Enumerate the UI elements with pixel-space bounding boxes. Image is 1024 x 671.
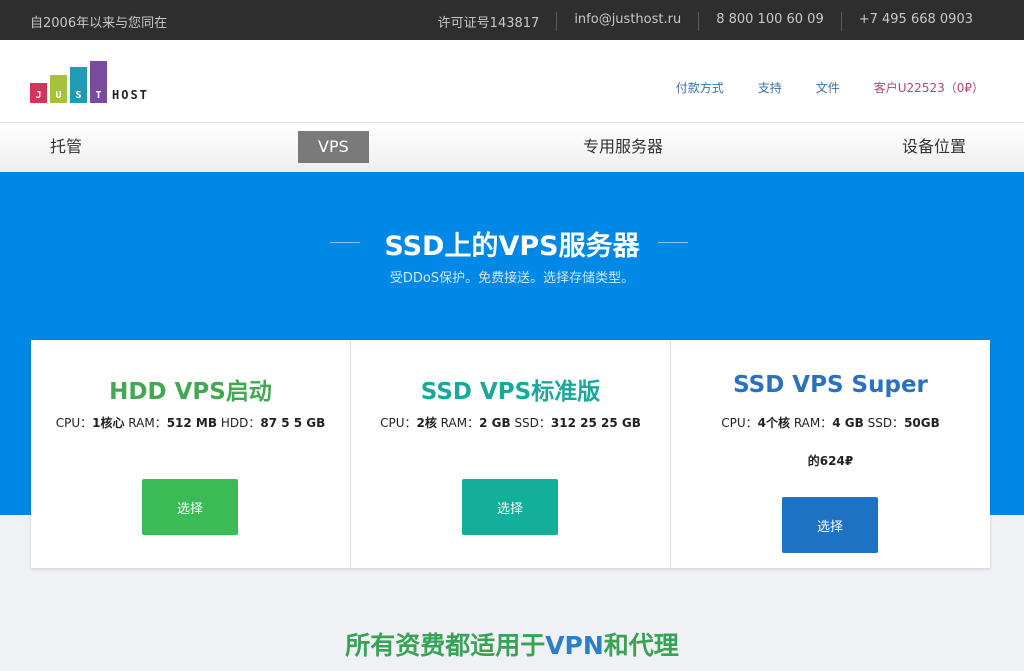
spec-value: 312 25 25 GB [550,416,641,430]
nav-item-dedicated[interactable]: 专用服务器 [583,131,663,163]
spec-value: 4 GB [832,416,864,430]
plan-card-hdd-start: HDD VPS启动 CPU：1核心 RAM：512 MB HDD：87 5 5 … [31,340,351,568]
spec-label: SSD： [863,416,905,430]
support-link[interactable]: 支持 [758,79,782,96]
main-nav: 托管 VPS 专用服务器 设备位置 [0,122,1024,172]
hero-divider-right [658,242,688,243]
plan-title: SSD VPS Super [733,372,928,398]
email-link[interactable]: info@justhost.ru [556,12,698,31]
license-number: 许可证号143817 [437,16,540,31]
plan-card-ssd-super: SSD VPS Super CPU：4个核 RAM：4 GB SSD：50GB … [671,340,990,568]
logo-host-text: HOST [112,88,149,102]
select-button[interactable]: 选择 [462,479,558,535]
hero-title: SSD上的VPS服务器 [384,231,640,262]
since-text: 自2006年以来与您同在 [30,16,168,31]
account-link[interactable]: 客户U22523（0₽） [874,79,984,96]
plan-title: HDD VPS启动 [109,379,272,405]
vpn-heading-pre: 所有资费都适用于 [345,631,546,660]
spec-value: 87 5 5 GB [260,416,326,430]
top-contacts: 许可证号143817 info@justhost.ru 8 800 100 60… [421,12,990,31]
plan-price: 的624₽ [807,454,854,468]
spec-value: 512 MB [166,416,218,430]
spec-label: RAM： [436,416,480,430]
phone-free[interactable]: 8 800 100 60 09 [698,12,841,31]
logo-letter: S [75,90,82,101]
header: J U S T HOST 付款方式 支持 文件 客户U22523（0₽） [0,40,1024,122]
spec-value: 4个核 [757,416,790,430]
logo-letter: J [35,90,42,101]
spec-value: 50GB [904,416,940,430]
vpn-heading: 所有资费都适用于VPN和代理 [0,626,1024,662]
logo-letter: T [95,90,102,101]
spec-value: 2 GB [479,416,511,430]
select-button[interactable]: 选择 [782,497,878,553]
spec-label: CPU： [380,416,417,430]
spec-label: CPU： [721,416,758,430]
plan-title: SSD VPS标准版 [420,379,601,405]
documents-link[interactable]: 文件 [816,79,840,96]
vpn-heading-accent: VPN [545,631,604,660]
nav-item-locations[interactable]: 设备位置 [902,131,966,163]
vpn-heading-post: 和代理 [603,631,679,660]
logo-letter: U [55,90,62,101]
plan-specs: CPU：2核 RAM：2 GB SSD：312 25 25 GB [351,414,670,431]
top-bar: 自2006年以来与您同在 许可证号143817 info@justhost.ru… [0,0,1024,40]
spec-value: 2核 [416,416,437,430]
header-links: 付款方式 支持 文件 客户U22523（0₽） [642,79,984,96]
spec-label: HDD： [217,416,261,430]
select-button[interactable]: 选择 [142,479,238,535]
plan-specs: CPU：1核心 RAM：512 MB HDD：87 5 5 GB [31,414,350,431]
hero-subtitle: 受DDoS保护。免费接送。选择存储类型。 [389,271,635,286]
nav-item-vps[interactable]: VPS [298,131,369,163]
plan-card-ssd-standard: SSD VPS标准版 CPU：2核 RAM：2 GB SSD：312 25 25… [351,340,671,568]
plans-container: HDD VPS启动 CPU：1核心 RAM：512 MB HDD：87 5 5 … [31,340,990,568]
payment-methods-link[interactable]: 付款方式 [676,79,724,96]
nav-item-hosting[interactable]: 托管 [50,131,82,163]
phone-moscow[interactable]: +7 495 668 0903 [840,12,990,31]
spec-label: CPU： [55,416,93,430]
spec-label: SSD： [510,416,551,430]
spec-label: RAM： [790,416,833,430]
justhost-logo[interactable]: J U S T HOST [30,59,170,103]
spec-label: RAM： [124,416,167,430]
spec-value: 1核心 [92,416,125,430]
plan-specs: CPU：4个核 RAM：4 GB SSD：50GB [671,414,990,431]
